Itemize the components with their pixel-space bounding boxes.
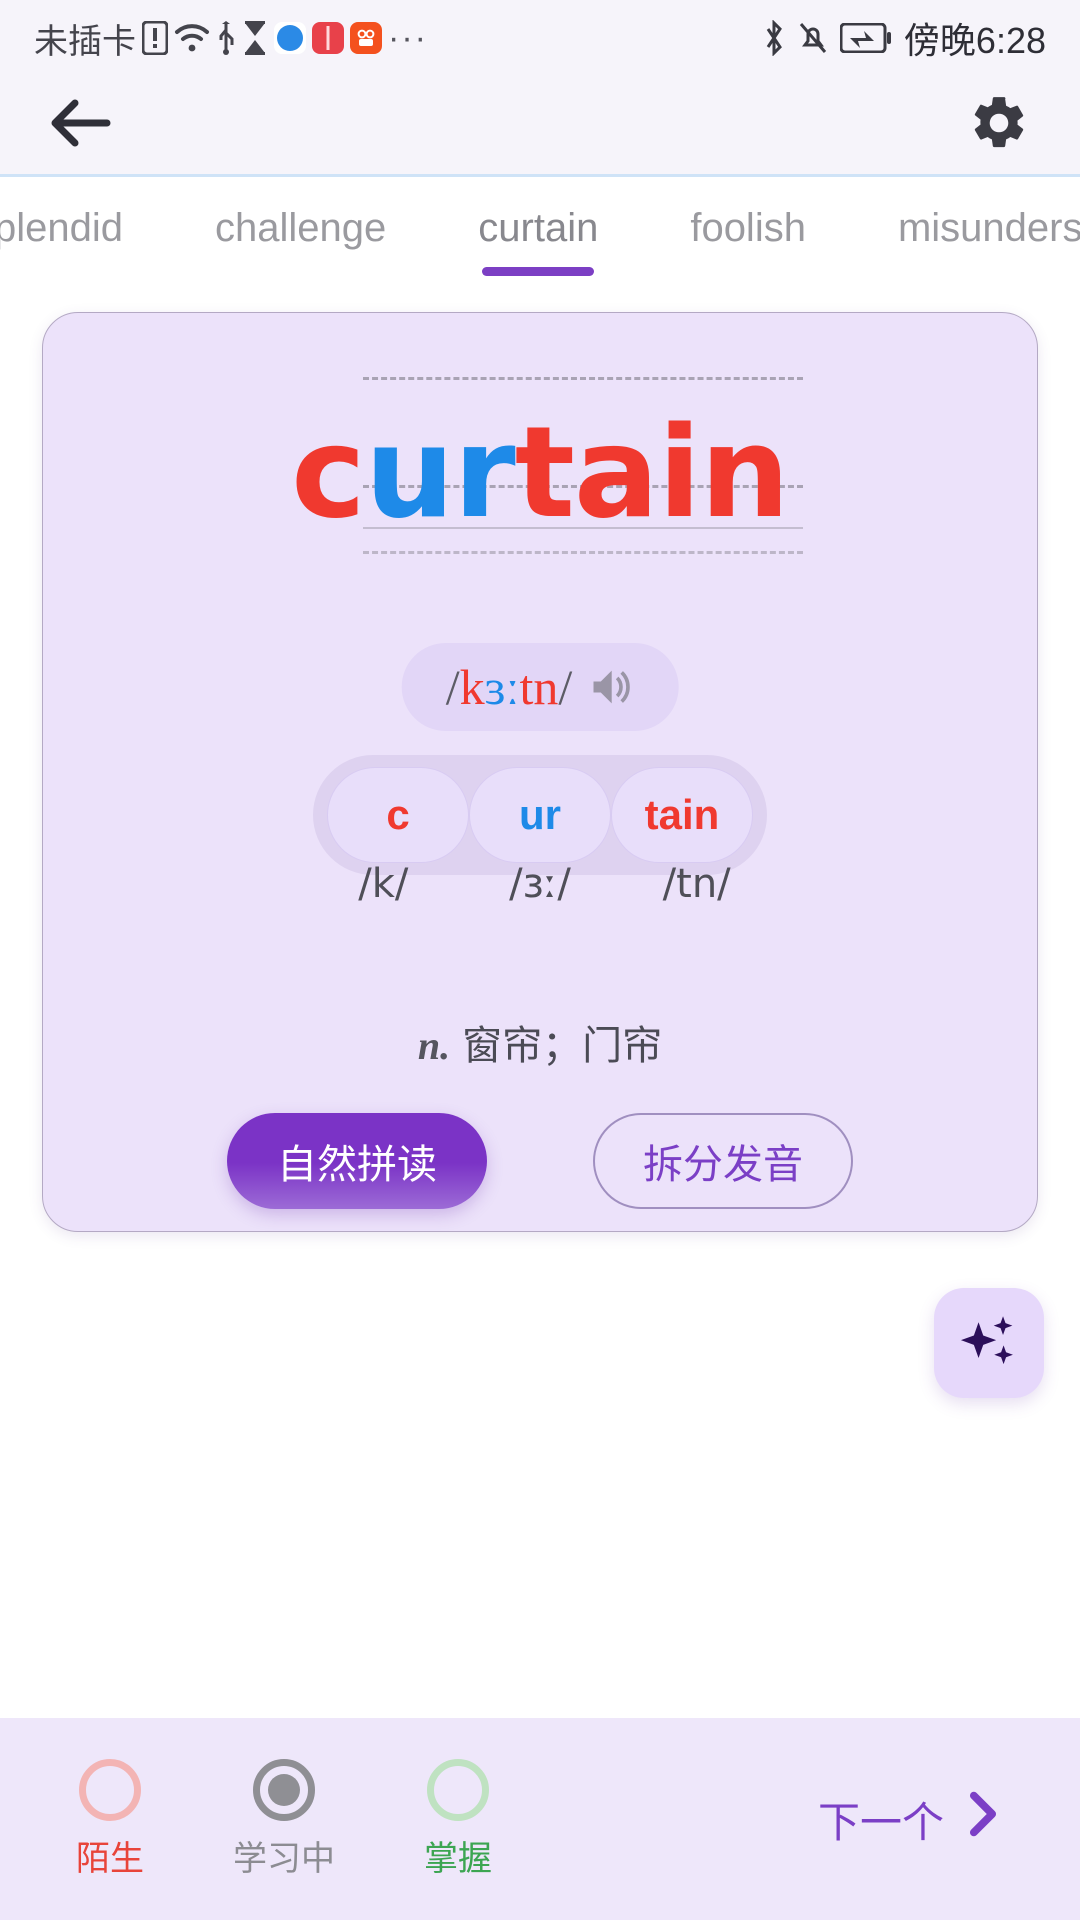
phonics-button[interactable]: 自然拼读 [227, 1113, 487, 1209]
writing-guide-line-top [363, 377, 803, 380]
syllable-letters: c [386, 791, 410, 838]
phonetic-segment-1: k [459, 659, 485, 715]
definition-text: 窗帘；门帘 [462, 1023, 663, 1069]
phonetic-pill[interactable]: / k ɜː tn / [401, 643, 679, 731]
browser-app-icon [274, 22, 306, 54]
tab-label: plendid [0, 206, 124, 250]
tab-label: challenge [215, 206, 387, 250]
card-actions: 自然拼读 拆分发音 [43, 1113, 1037, 1209]
tab-underline-active [482, 267, 595, 276]
word-tabs[interactable]: plendid challenge curtain foolish misund… [0, 177, 1080, 298]
tab-label: foolish [690, 206, 806, 250]
chevron-right-icon [966, 1791, 1000, 1847]
status-bar-right: 傍晚6:28 [762, 12, 1046, 64]
wifi-icon [174, 22, 210, 54]
back-button[interactable] [46, 90, 116, 160]
state-label: 掌握 [424, 1839, 492, 1878]
carrier-label: 未插卡 [34, 22, 136, 61]
syllable-chip-track: c ur tain [313, 755, 767, 875]
definition-row: n. 窗帘；门帘 [43, 1013, 1037, 1071]
state-label: 陌生 [76, 1839, 144, 1878]
word-card: curtain / k ɜː tn / c ur tain /k/ /ɜː/ /… [42, 312, 1038, 1232]
part-of-speech: n. [417, 1023, 451, 1068]
word-headline[interactable]: curtain [43, 403, 1037, 543]
tab-label: misunders [897, 206, 1080, 250]
bluetooth-icon [762, 20, 786, 56]
next-word-label: 下一个 [817, 1798, 944, 1846]
status-bar: 未插卡 ··· 傍晚6:28 [0, 0, 1080, 76]
tab-foolish[interactable]: foolish [644, 197, 852, 259]
notifications-muted-icon [798, 21, 828, 55]
content-area: curtain / k ɜː tn / c ur tain /k/ /ɜː/ /… [0, 298, 1080, 1718]
state-label: 学习中 [233, 1839, 335, 1878]
bottom-bar: 陌生 学习中 掌握 下一个 [0, 1718, 1080, 1920]
phonetic-segment-2: ɜː [484, 659, 520, 715]
syllable-chip-1[interactable]: c [327, 767, 469, 863]
gear-icon [968, 92, 1030, 159]
word-segment-3: tain [514, 399, 790, 546]
syllable-ipa-row: /k/ /ɜː/ /tn/ [305, 861, 775, 907]
syllable-ipa-3: /tn/ [662, 861, 731, 907]
ai-assistant-button[interactable] [934, 1288, 1044, 1398]
syllable-chip-3[interactable]: tain [611, 767, 753, 863]
phonetic-segment-3: tn [519, 659, 559, 715]
state-unfamiliar[interactable]: 陌生 [50, 1758, 170, 1880]
tab-misunderstand[interactable]: misunders [852, 197, 1080, 259]
hourglass-icon [242, 21, 268, 55]
battery-charging-icon [839, 23, 892, 53]
syllable-ipa-2: /ɜː/ [509, 861, 571, 907]
app-root: 未插卡 ··· 傍晚6:28 plendid challenge curtain… [0, 0, 1080, 1920]
syllable-ipa-1: /k/ [358, 861, 409, 907]
syllable-letters: tain [644, 791, 720, 838]
phonetic-open-slash: / [445, 659, 460, 715]
phonetic-close-slash: / [558, 659, 573, 715]
more-dots-icon: ··· [388, 18, 428, 57]
tab-label: curtain [478, 206, 599, 250]
tab-challenge[interactable]: challenge [169, 197, 432, 259]
state-learning[interactable]: 学习中 [224, 1758, 344, 1880]
tab-splendid[interactable]: plendid [0, 197, 169, 259]
writing-guide-line-bottom [363, 551, 803, 554]
status-bar-left: 未插卡 ··· [34, 14, 428, 63]
split-pronunciation-button[interactable]: 拆分发音 [593, 1113, 853, 1209]
unfamiliar-radio-icon [79, 1758, 141, 1821]
app-bar [0, 76, 1080, 174]
settings-button[interactable] [964, 90, 1034, 160]
clock-label: 傍晚6:28 [903, 20, 1046, 61]
speaker-icon[interactable] [588, 667, 634, 707]
phonetic-text: / k ɜː tn / [446, 659, 573, 715]
back-arrow-icon [49, 97, 113, 154]
mastered-radio-icon [427, 1758, 489, 1821]
usb-icon [216, 21, 236, 55]
syllable-letters: ur [519, 791, 561, 838]
learning-radio-selected-icon [253, 1758, 315, 1821]
familiarity-states: 陌生 学习中 掌握 [50, 1758, 518, 1880]
next-word-button[interactable]: 下一个 [818, 1789, 1030, 1850]
tab-curtain[interactable]: curtain [432, 197, 644, 276]
word-display-area: curtain [43, 355, 1037, 595]
syllable-chip-2[interactable]: ur [469, 767, 611, 863]
book-app-icon [312, 22, 344, 54]
state-mastered[interactable]: 掌握 [398, 1758, 518, 1880]
word-tabs-bar[interactable]: plendid challenge curtain foolish misund… [0, 174, 1080, 298]
word-segment-1: c [291, 399, 366, 546]
word-segment-2: ur [364, 399, 516, 546]
sim-missing-icon [142, 21, 168, 55]
video-app-icon [350, 22, 382, 54]
sparkles-icon [956, 1308, 1022, 1379]
